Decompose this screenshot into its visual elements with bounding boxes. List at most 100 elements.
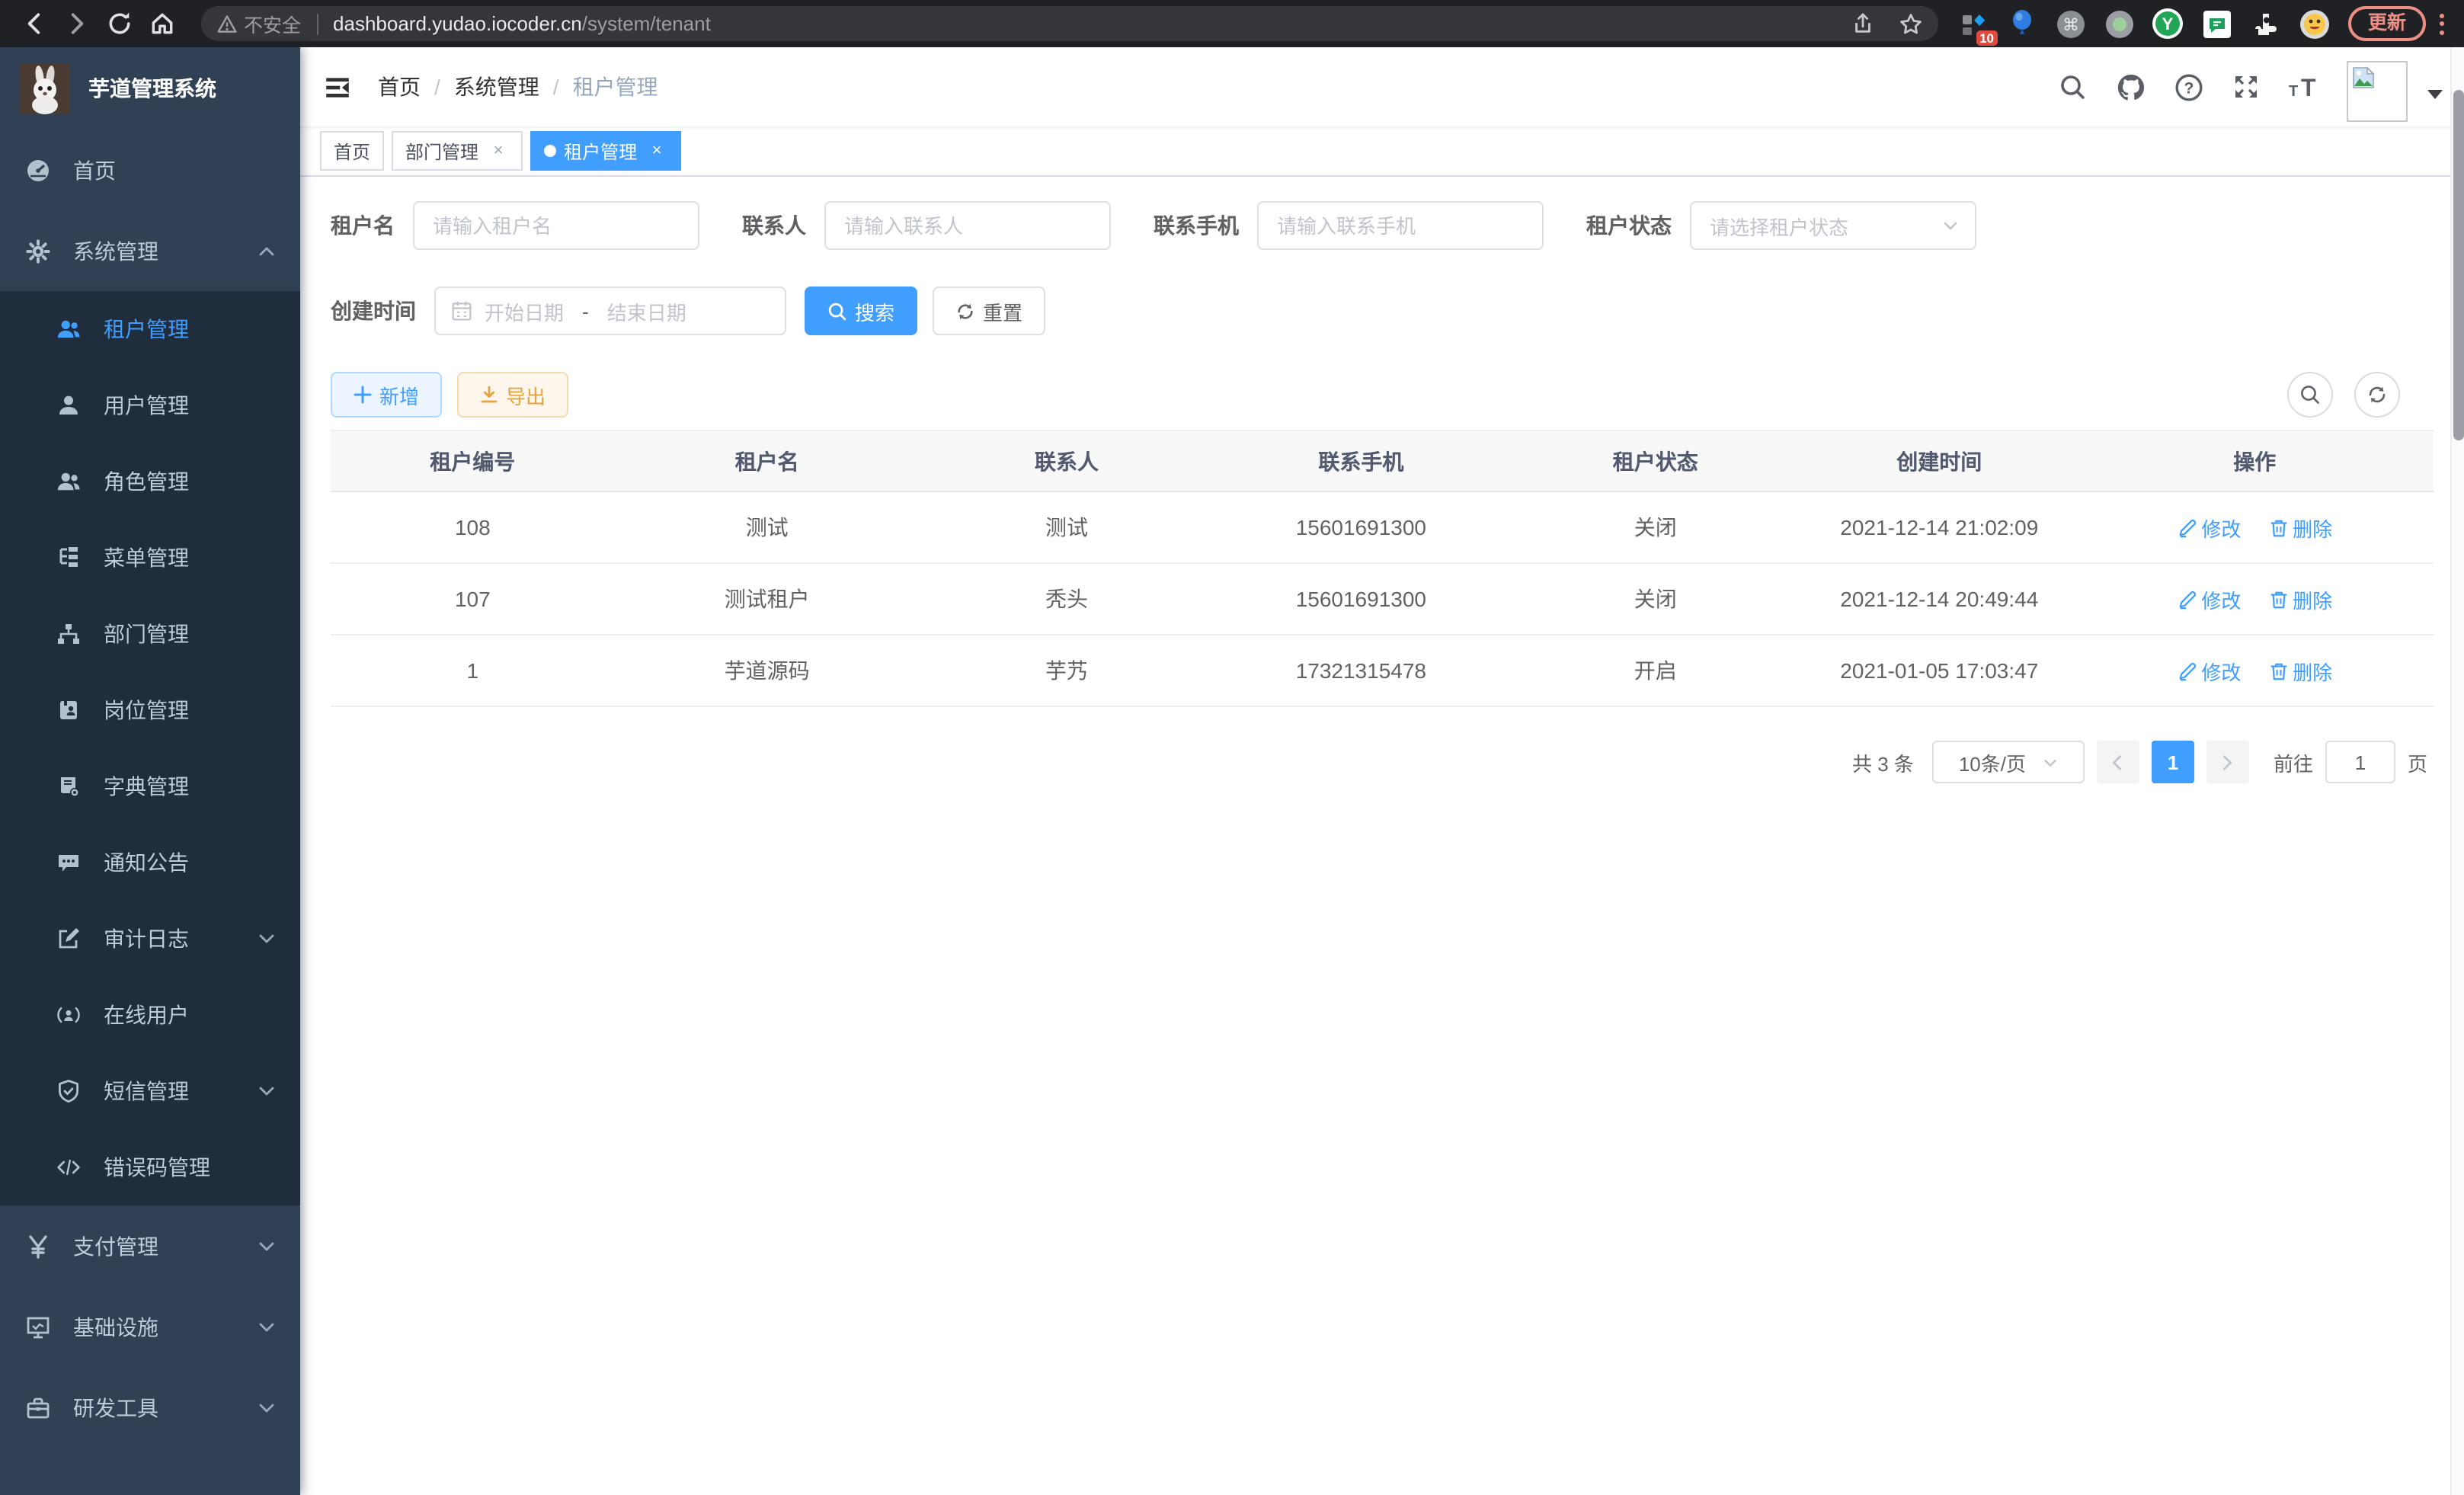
status-text: 开启 [1509,655,1803,686]
address-bar[interactable]: 不安全 dashboard.yudao.iocoder.cn/system/te… [201,6,1938,41]
help-icon[interactable]: ? [2170,69,2206,105]
next-page-button[interactable] [2206,741,2249,783]
delete-link[interactable]: 删除 [2268,513,2332,542]
page-scrollbar[interactable] [2450,47,2464,1495]
chevron-right-icon [2219,754,2236,770]
tab-tenant[interactable]: 租户管理 × [530,131,681,171]
browser-forward-icon[interactable] [55,4,98,43]
close-icon[interactable]: × [646,140,667,162]
pen-icon [2177,589,2197,609]
sidebar-item-payment[interactable]: 支付管理 [0,1205,300,1286]
table-header-row: 租户编号 租户名 联系人 联系手机 租户状态 创建时间 操作 [331,431,2434,492]
svg-text:Y: Y [2162,14,2174,34]
column-header: 联系手机 [1214,446,1508,476]
sidebar-item-role[interactable]: 角色管理 [0,443,300,520]
page-url[interactable]: dashboard.yudao.iocoder.cn/system/tenant [333,12,711,35]
column-header: 租户状态 [1509,446,1803,476]
add-button[interactable]: 新增 [331,372,442,418]
extension-emoji-icon[interactable] [2298,8,2330,40]
refresh-table-button[interactable] [2354,372,2400,418]
sidebar-item-tenant[interactable]: 租户管理 [0,291,300,367]
breadcrumb-home[interactable]: 首页 [378,72,421,102]
extension-tiles-icon[interactable]: 10 [1957,8,1989,40]
bookmark-star-icon[interactable] [1899,11,1923,36]
fullscreen-icon[interactable] [2228,69,2264,105]
tenant-name-input[interactable] [413,201,699,250]
search-icon [827,301,847,321]
browser-update-button[interactable]: 更新 [2348,7,2426,41]
date-separator: - [582,299,589,322]
goto-page-input[interactable] [2325,741,2395,783]
sidebar-item-home[interactable]: 首页 [0,130,300,210]
tenant-table: 租户编号 租户名 联系人 联系手机 租户状态 创建时间 操作 108 测试 测试… [331,430,2434,707]
page-size-select[interactable]: 10条/页 [1932,741,2085,783]
trash-icon [2268,661,2288,680]
extension-green-dot-icon[interactable] [2103,8,2135,40]
sidebar-item-menu[interactable]: 菜单管理 [0,520,300,596]
status-select[interactable]: 请选择租户状态 [1690,201,1976,250]
edit-link[interactable]: 修改 [2177,584,2241,613]
security-label[interactable]: 不安全 [244,9,301,38]
toggle-search-button[interactable] [2287,372,2333,418]
sidebar-fold-icon[interactable] [323,72,352,101]
browser-home-icon[interactable] [140,4,183,43]
sidebar-item-dept[interactable]: 部门管理 [0,596,300,672]
avatar-caret-icon[interactable] [2427,90,2443,99]
browser-back-icon[interactable] [12,4,55,43]
share-icon[interactable] [1851,12,1874,35]
extension-yudao-icon[interactable]: Y [2152,8,2184,40]
announcement-icon [56,850,81,875]
sidebar-item-user[interactable]: 用户管理 [0,367,300,443]
reset-button[interactable]: 重置 [933,287,1045,335]
scrollbar-thumb[interactable] [2453,90,2464,440]
delete-link[interactable]: 删除 [2268,584,2332,613]
close-icon[interactable]: × [488,140,509,162]
extension-chat-icon[interactable] [2200,8,2232,40]
sidebar-item-errcode[interactable]: 错误码管理 [0,1129,300,1205]
sidebar-item-system[interactable]: 系统管理 [0,210,300,291]
chevron-up-icon [258,242,276,260]
phone-label: 联系手机 [1154,210,1239,241]
sidebar-item-post[interactable]: 岗位管理 [0,672,300,748]
extension-balloon-icon[interactable] [2005,8,2037,40]
extensions-puzzle-icon[interactable] [2249,8,2281,40]
font-size-icon[interactable]: TT [2286,69,2322,105]
sidebar-item-online-user[interactable]: 在线用户 [0,977,300,1053]
browser-menu-icon[interactable] [2437,10,2447,37]
avatar[interactable] [2347,61,2408,122]
svg-text:T: T [2301,74,2316,101]
tab-home[interactable]: 首页 [320,131,384,171]
prev-page-button[interactable] [2097,741,2139,783]
table-row: 108 测试 测试 15601691300 关闭 2021-12-14 21:0… [331,492,2434,564]
search-button[interactable]: 搜索 [805,287,917,335]
sidebar-item-infra[interactable]: 基础设施 [0,1286,300,1367]
edit-link[interactable]: 修改 [2177,656,2241,685]
chevron-down-icon [258,1317,276,1336]
page-number-button[interactable]: 1 [2152,741,2194,783]
sidebar-item-audit-log[interactable]: 审计日志 [0,901,300,977]
extension-command-icon[interactable]: ⌘ [2054,8,2086,40]
sidebar-item-devtools[interactable]: 研发工具 [0,1367,300,1448]
download-icon [480,386,498,404]
export-button[interactable]: 导出 [457,372,568,418]
shield-icon [56,1079,81,1103]
status-text: 关闭 [1509,584,1803,614]
delete-link[interactable]: 删除 [2268,656,2332,685]
chevron-down-icon [258,930,276,948]
security-warning-icon [216,13,238,34]
create-time-range-picker[interactable]: 开始日期 - 结束日期 [434,287,786,335]
sidebar-item-sms[interactable]: 短信管理 [0,1053,300,1129]
header-search-icon[interactable] [2054,69,2091,105]
breadcrumb-section[interactable]: 系统管理 [454,72,539,102]
edit-link[interactable]: 修改 [2177,513,2241,542]
phone-input[interactable] [1257,201,1544,250]
svg-text:⌘: ⌘ [2062,15,2078,34]
chevron-down-icon [258,1082,276,1100]
sidebar-item-notice[interactable]: 通知公告 [0,824,300,901]
tab-dept[interactable]: 部门管理 × [392,131,523,171]
github-icon[interactable] [2112,69,2149,105]
column-header: 租户名 [615,446,920,476]
contact-input[interactable] [824,201,1111,250]
browser-reload-icon[interactable] [98,4,140,43]
sidebar-item-dict[interactable]: 字典管理 [0,748,300,824]
